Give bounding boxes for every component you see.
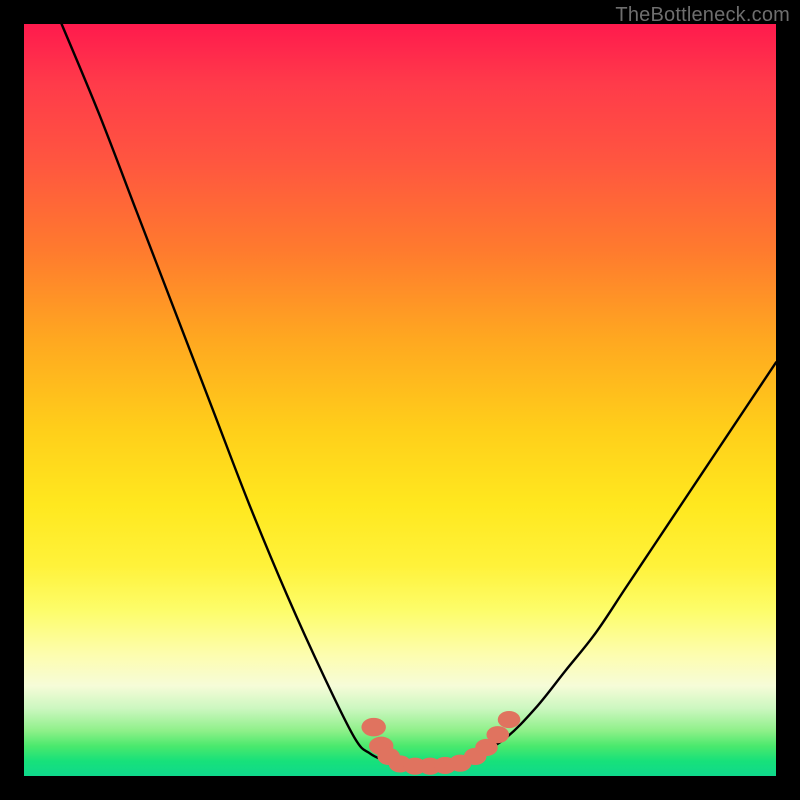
marker-dot — [361, 718, 385, 737]
marker-dot — [498, 711, 521, 728]
curve-layer — [24, 24, 776, 776]
marker-dot — [486, 726, 509, 743]
watermark-text: TheBottleneck.com — [615, 4, 790, 27]
bottleneck-curve — [62, 24, 776, 767]
plot-area — [24, 24, 776, 776]
curve-path-group — [62, 24, 776, 767]
chart-frame: TheBottleneck.com — [0, 0, 800, 800]
marker-dots — [361, 711, 520, 775]
